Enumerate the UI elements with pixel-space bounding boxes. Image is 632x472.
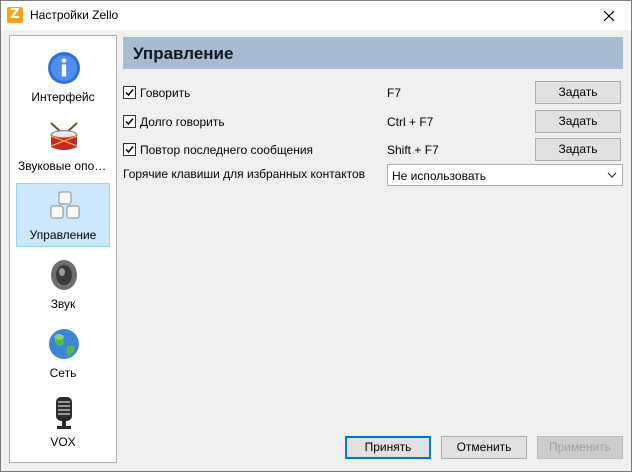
- talk-checkbox[interactable]: [123, 86, 136, 99]
- close-button[interactable]: [586, 1, 631, 30]
- hotkey-label: Повтор последнего сообщения: [140, 143, 314, 157]
- sidebar-item-controls[interactable]: Управление: [16, 183, 110, 247]
- accept-button[interactable]: Принять: [345, 436, 431, 459]
- replay-checkbox[interactable]: [123, 143, 136, 156]
- settings-window: Z Настройки Zello Интерфейс Звуковые опо…: [0, 0, 632, 472]
- close-icon: [603, 10, 614, 21]
- cancel-button[interactable]: Отменить: [441, 436, 527, 459]
- hotkey-label: Долго говорить: [140, 115, 225, 129]
- sidebar-item-label: Интерфейс: [31, 90, 95, 104]
- hotkey-value: Ctrl + F7: [387, 115, 434, 129]
- hotkey-value: F7: [387, 86, 402, 100]
- settings-sidebar: Интерфейс Звуковые оповещения Управление: [9, 35, 117, 463]
- long-talk-checkbox[interactable]: [123, 115, 136, 128]
- speaker-icon: [51, 260, 77, 290]
- set-talk-hotkey-button[interactable]: Задать: [535, 81, 621, 104]
- hotkey-row-long-talk: Долго говорить Ctrl + F7 Задать: [123, 110, 623, 134]
- sidebar-item-interface[interactable]: Интерфейс: [16, 46, 110, 110]
- set-long-talk-hotkey-button[interactable]: Задать: [535, 110, 621, 133]
- sidebar-item-vox[interactable]: VOX: [16, 391, 110, 455]
- keys-icon: [50, 191, 80, 219]
- zello-app-icon: Z: [7, 7, 23, 23]
- favorites-hotkey-label: Горячие клавиши для избранных контактов: [123, 167, 366, 181]
- sidebar-item-label: Звуковые оповещения: [18, 159, 110, 173]
- globe-icon: [49, 329, 79, 359]
- section-header: Управление: [123, 37, 623, 69]
- sidebar-item-sound-alerts[interactable]: Звуковые оповещения: [16, 115, 110, 179]
- section-title: Управление: [133, 44, 234, 63]
- hotkey-row-talk: Говорить F7 Задать: [123, 81, 623, 105]
- chevron-down-icon: [607, 172, 617, 178]
- sidebar-item-label: VOX: [50, 435, 76, 449]
- hotkey-label: Говорить: [140, 86, 191, 100]
- controls-panel: Управление Говорить F7 Задать Долго гово…: [123, 35, 623, 461]
- hotkey-value: Shift + F7: [387, 143, 439, 157]
- sidebar-item-label: Звук: [50, 297, 76, 311]
- sidebar-item-sound[interactable]: Звук: [16, 253, 110, 317]
- title-bar: Z Настройки Zello: [1, 1, 631, 30]
- apply-button[interactable]: Применить: [537, 436, 623, 459]
- sidebar-item-label: Сеть: [49, 366, 77, 380]
- hotkey-row-replay: Повтор последнего сообщения Shift + F7 З…: [123, 138, 623, 162]
- favorites-hotkey-value: Не использовать: [392, 169, 486, 183]
- sidebar-item-network[interactable]: Сеть: [16, 322, 110, 386]
- microphone-icon: [56, 397, 72, 429]
- favorites-hotkey-select[interactable]: Не использовать: [387, 164, 623, 186]
- checkmark-icon: [125, 89, 134, 97]
- info-icon: [48, 52, 80, 84]
- drum-icon: [50, 122, 78, 150]
- checkmark-icon: [125, 118, 134, 126]
- set-replay-hotkey-button[interactable]: Задать: [535, 138, 621, 161]
- sidebar-item-label: Управление: [29, 228, 97, 242]
- window-title: Настройки Zello: [30, 8, 119, 22]
- checkmark-icon: [125, 146, 134, 154]
